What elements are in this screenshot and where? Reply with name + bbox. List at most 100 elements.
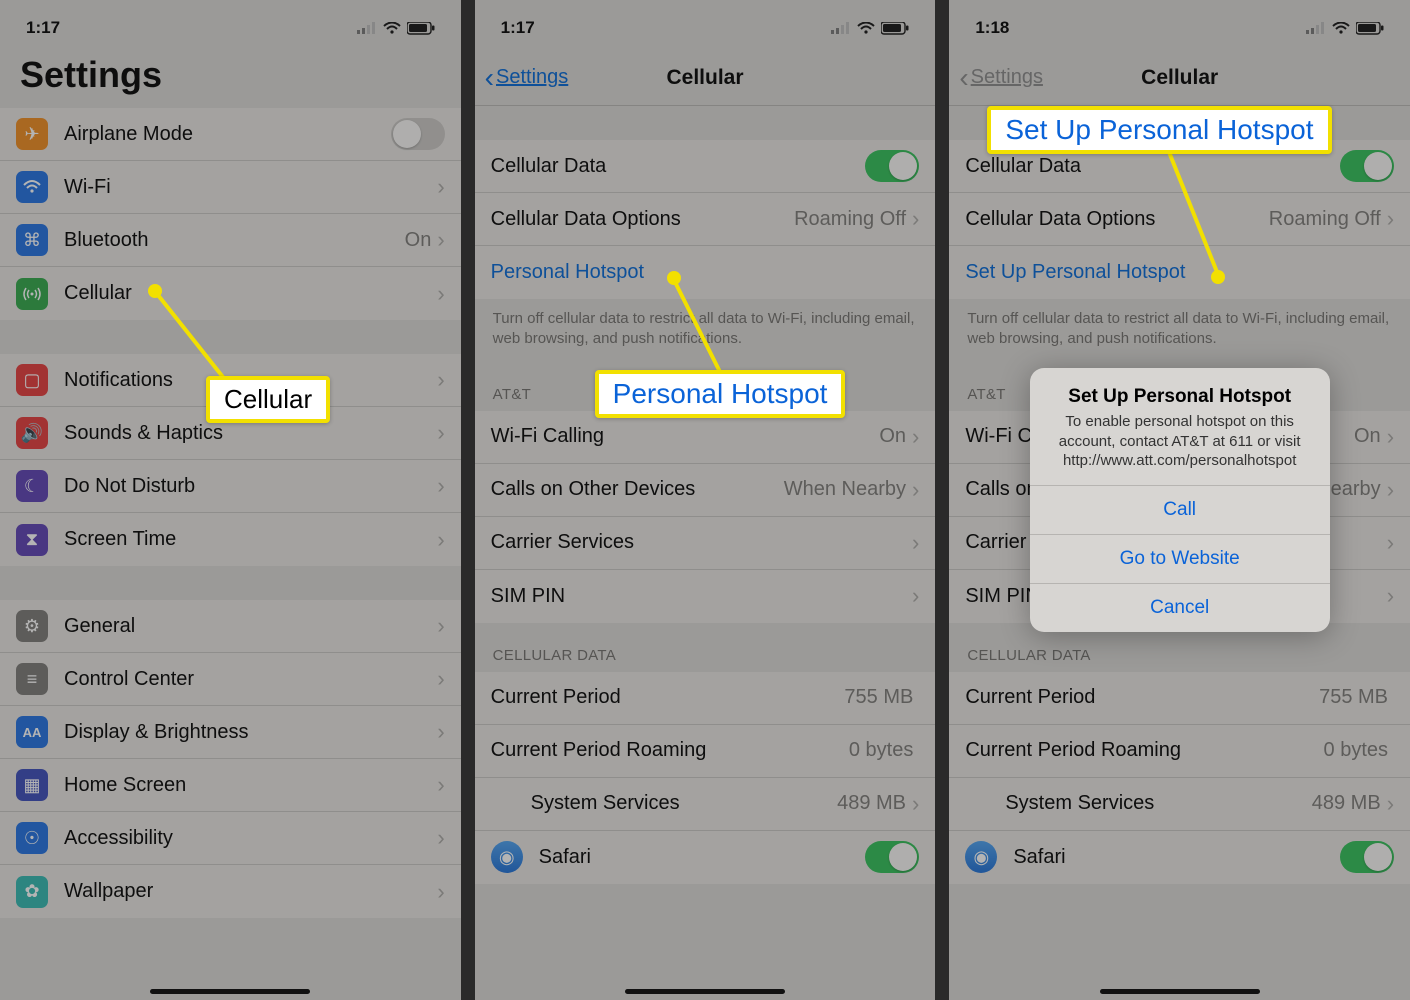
row-cellular-data-options[interactable]: Cellular Data Options Roaming Off › [475, 193, 936, 246]
safari-data-toggle[interactable] [865, 841, 919, 873]
chevron-right-icon: › [437, 174, 444, 200]
row-label: Safari [539, 846, 866, 869]
row-system-services[interactable]: System Services 489 MB › [475, 778, 936, 831]
alert-dialog: Set Up Personal Hotspot To enable person… [1030, 368, 1330, 632]
row-cellular[interactable]: Cellular › [0, 267, 461, 320]
row-value: Roaming Off [794, 208, 906, 231]
home-indicator [625, 989, 785, 994]
battery-icon [407, 22, 435, 35]
row-control-center[interactable]: ≡ Control Center › [0, 653, 461, 706]
chevron-left-icon: ‹ [485, 64, 494, 92]
row-wallpaper[interactable]: ✿ Wallpaper › [0, 865, 461, 918]
alert-cancel-button[interactable]: Cancel [1030, 583, 1330, 632]
row-value: On [879, 425, 906, 448]
alert-website-button[interactable]: Go to Website [1030, 534, 1330, 583]
chevron-right-icon: › [912, 424, 919, 450]
chevron-right-icon: › [437, 613, 444, 639]
annotation-dot [667, 271, 681, 285]
row-wifi-calling[interactable]: Wi-Fi Calling On › [475, 411, 936, 464]
moon-icon: ☾ [16, 470, 48, 502]
grid-icon: ▦ [16, 769, 48, 801]
status-icons [831, 22, 909, 35]
callout-cellular: Cellular [206, 376, 330, 423]
chevron-right-icon: › [437, 420, 444, 446]
row-home-screen[interactable]: ▦ Home Screen › [0, 759, 461, 812]
status-time: 1:17 [26, 18, 60, 38]
row-label: Wallpaper [64, 880, 437, 903]
status-icons [357, 22, 435, 35]
wifi-icon [383, 22, 401, 34]
row-label: Sounds & Haptics [64, 422, 437, 445]
row-general[interactable]: ⚙ General › [0, 600, 461, 653]
row-airplane-mode[interactable]: ✈ Airplane Mode [0, 108, 461, 161]
cellular-data-toggle[interactable] [865, 150, 919, 182]
row-label: Accessibility [64, 827, 437, 850]
row-label: Current Period [491, 686, 845, 709]
settings-group-3: ⚙ General › ≡ Control Center › AA Displa… [0, 600, 461, 918]
hourglass-icon: ⧗ [16, 524, 48, 556]
chevron-right-icon: › [437, 879, 444, 905]
annotation-dot [148, 284, 162, 298]
signal-icon [831, 22, 851, 34]
group-header-cellular-data: CELLULAR DATA [475, 623, 936, 672]
row-display[interactable]: AA Display & Brightness › [0, 706, 461, 759]
bluetooth-icon: ⌘ [16, 224, 48, 256]
chevron-right-icon: › [437, 227, 444, 253]
row-carrier-services[interactable]: Carrier Services › [475, 517, 936, 570]
chevron-right-icon: › [912, 477, 919, 503]
safari-icon: ◉ [491, 841, 523, 873]
chevron-right-icon: › [437, 527, 444, 553]
row-bluetooth[interactable]: ⌘ Bluetooth On › [0, 214, 461, 267]
signal-icon [357, 22, 377, 34]
row-label: Display & Brightness [64, 721, 437, 744]
row-label: Cellular Data [491, 155, 866, 178]
airplane-toggle[interactable] [391, 118, 445, 150]
row-current-period[interactable]: Current Period 755 MB [475, 672, 936, 725]
row-label: Bluetooth [64, 229, 405, 252]
back-button[interactable]: ‹ Settings [485, 50, 569, 105]
alert-call-button[interactable]: Call [1030, 485, 1330, 534]
row-safari[interactable]: ◉ Safari [475, 831, 936, 884]
row-label: SIM PIN [491, 585, 912, 608]
cellular-icon [16, 278, 48, 310]
wifi-icon [857, 22, 875, 34]
cellular-group-data: Current Period 755 MB Current Period Roa… [475, 672, 936, 884]
row-value: When Nearby [784, 478, 906, 501]
phone-screen-3: 1:18 ‹ Settings Cellular Cellular Data C… [949, 0, 1410, 1000]
wallpaper-icon: ✿ [16, 876, 48, 908]
chevron-right-icon: › [437, 825, 444, 851]
row-accessibility[interactable]: ☉ Accessibility › [0, 812, 461, 865]
airplane-icon: ✈ [16, 118, 48, 150]
page-title: Settings [0, 50, 461, 108]
row-label: Screen Time [64, 528, 437, 551]
chevron-right-icon: › [437, 772, 444, 798]
accessibility-icon: ☉ [16, 822, 48, 854]
chevron-right-icon: › [437, 719, 444, 745]
callout-personal-hotspot: Personal Hotspot [595, 370, 846, 418]
row-label: Airplane Mode [64, 123, 391, 146]
row-cellular-data[interactable]: Cellular Data [475, 140, 936, 193]
chevron-right-icon: › [437, 666, 444, 692]
phone-screen-1: 1:17 Settings ✈ Airplane Mode Wi-Fi › ⌘ … [0, 0, 461, 1000]
row-personal-hotspot[interactable]: Personal Hotspot [475, 246, 936, 299]
notifications-icon: ▢ [16, 364, 48, 396]
row-calls-on-other-devices[interactable]: Calls on Other Devices When Nearby › [475, 464, 936, 517]
row-label: Personal Hotspot [491, 261, 920, 284]
row-wifi[interactable]: Wi-Fi › [0, 161, 461, 214]
row-label: Cellular [64, 282, 437, 305]
row-value: 0 bytes [849, 739, 913, 762]
row-sim-pin[interactable]: SIM PIN › [475, 570, 936, 623]
status-time: 1:17 [501, 18, 535, 38]
row-label: Carrier Services [491, 531, 912, 554]
row-current-period-roaming[interactable]: Current Period Roaming 0 bytes [475, 725, 936, 778]
row-label: System Services [491, 792, 837, 815]
row-label: Control Center [64, 668, 437, 691]
chevron-right-icon: › [912, 530, 919, 556]
display-icon: AA [16, 716, 48, 748]
alert-message: To enable personal hotspot on this accou… [1030, 412, 1330, 485]
page-title: Cellular [666, 66, 743, 90]
row-dnd[interactable]: ☾ Do Not Disturb › [0, 460, 461, 513]
row-value: 755 MB [844, 686, 913, 709]
row-label: General [64, 615, 437, 638]
row-screen-time[interactable]: ⧗ Screen Time › [0, 513, 461, 566]
